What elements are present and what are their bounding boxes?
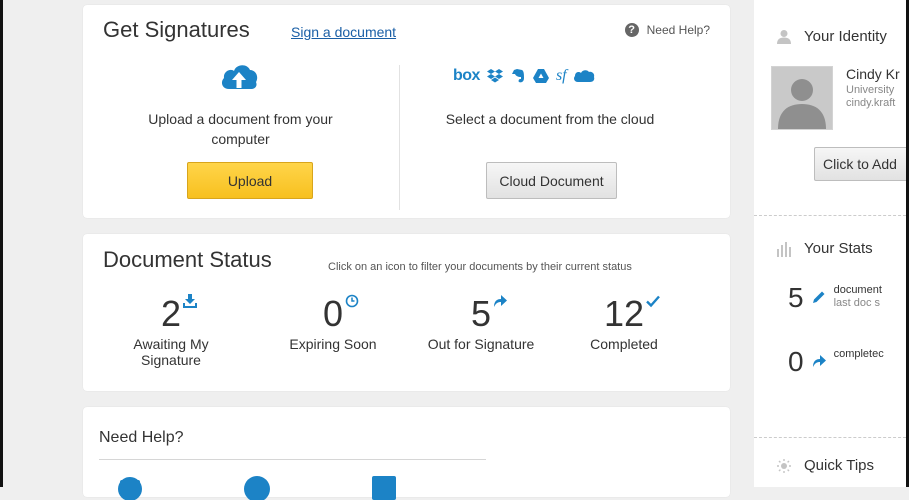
- identity-org: University: [846, 84, 895, 96]
- sidebar-divider: [754, 437, 906, 438]
- need-help-link[interactable]: ? Need Help?: [624, 23, 710, 37]
- stat-text: completec: [833, 348, 884, 360]
- stat-count: 5: [470, 293, 492, 334]
- salesforce-icon[interactable]: [573, 69, 595, 83]
- stat-label: Completed: [590, 336, 658, 352]
- default-avatar-icon: [778, 79, 826, 129]
- identity-email: cindy.kraft: [846, 97, 896, 109]
- window-frame-left: [0, 0, 3, 487]
- stat-label: Out for Signature: [427, 336, 535, 352]
- identity-name: Cindy Kr: [846, 66, 900, 82]
- stat-awaiting-my-signature[interactable]: 2 Awaiting My Signature: [111, 293, 231, 368]
- forward-arrow-icon: [812, 355, 826, 367]
- cloud-upload-icon[interactable]: [219, 61, 259, 93]
- document-icon[interactable]: [371, 474, 397, 500]
- cloud-document-button[interactable]: Cloud Document: [486, 162, 617, 199]
- help-question-icon: ?: [624, 23, 639, 37]
- upload-description: Upload a document from your computer: [148, 111, 333, 147]
- sharefile-icon[interactable]: sf: [556, 67, 567, 85]
- support-icon[interactable]: [117, 474, 143, 500]
- person-icon: [777, 29, 791, 44]
- document-status-hint: Click on an icon to filter your document…: [328, 261, 632, 273]
- stat-label: Expiring Soon: [289, 336, 377, 352]
- cloud-description: Select a document from the cloud: [445, 111, 655, 127]
- your-stats-title: Your Stats: [804, 240, 873, 257]
- stat-number: 0: [788, 346, 804, 377]
- inbox-download-icon: [183, 294, 198, 308]
- clock-icon: [345, 294, 359, 308]
- click-to-add-button[interactable]: Click to Add: [814, 147, 909, 181]
- your-stats-header: Your Stats: [776, 240, 873, 257]
- stat-text: document: [833, 284, 882, 296]
- stat-expiring-soon[interactable]: 0 Expiring Soon: [273, 293, 393, 352]
- bar-chart-icon: [777, 241, 791, 257]
- sidebar-divider: [754, 215, 906, 216]
- your-identity-header: Your Identity: [776, 28, 887, 45]
- quick-tips-title: Quick Tips: [804, 457, 875, 474]
- stat-completed-docs[interactable]: 0 completec: [788, 348, 884, 376]
- stat-label: Awaiting My Signature: [133, 336, 209, 368]
- your-identity-title: Your Identity: [804, 28, 887, 45]
- right-sidebar: Your Identity Cindy Kr University cindy.…: [754, 0, 909, 487]
- sign-document-link[interactable]: Sign a document: [291, 24, 396, 40]
- need-help-divider: [99, 459, 486, 460]
- cloud-provider-icons: box sf: [453, 67, 595, 85]
- stat-completed[interactable]: 12 Completed: [564, 296, 684, 352]
- lightbulb-icon: [777, 458, 791, 473]
- checkmark-icon: [646, 295, 660, 308]
- get-signatures-title: Get Signatures: [103, 17, 250, 42]
- stat-count: 2: [160, 293, 182, 334]
- forward-arrow-icon: [494, 295, 508, 307]
- info-icon[interactable]: [244, 474, 270, 500]
- need-help-label: Need Help?: [646, 23, 710, 37]
- need-help-card: Need Help?: [83, 407, 730, 500]
- document-status-title: Document Status: [103, 247, 272, 272]
- need-help-title: Need Help?: [99, 429, 184, 446]
- evernote-icon[interactable]: [510, 68, 526, 84]
- stat-documents-sent[interactable]: 5 document last doc s: [788, 284, 882, 312]
- upload-button[interactable]: Upload: [187, 162, 313, 199]
- stat-number: 5: [788, 282, 804, 313]
- quick-tips-header: Quick Tips: [776, 457, 874, 474]
- dropbox-icon[interactable]: [486, 68, 504, 84]
- stat-out-for-signature[interactable]: 5 Out for Signature: [421, 293, 541, 352]
- box-icon[interactable]: box: [453, 67, 480, 85]
- column-divider: [399, 65, 400, 210]
- get-signatures-card: Get Signatures Sign a document ? Need He…: [83, 5, 730, 218]
- document-status-card: Document Status Click on an icon to filt…: [83, 234, 730, 391]
- stat-count: 12: [603, 293, 645, 334]
- stat-count: 0: [322, 293, 344, 334]
- google-drive-icon[interactable]: [532, 68, 550, 84]
- avatar[interactable]: [771, 66, 833, 130]
- pencil-icon: [812, 291, 825, 303]
- stat-subtext: last doc s: [833, 297, 881, 309]
